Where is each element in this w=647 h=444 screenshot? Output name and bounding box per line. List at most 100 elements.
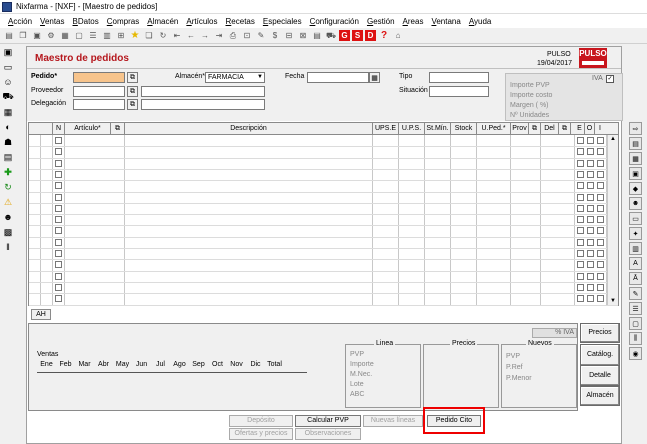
row-flag-checkbox[interactable] xyxy=(587,171,594,178)
copy-page-icon[interactable]: ❏ xyxy=(143,30,155,42)
grid-scrollbar[interactable]: ▲ ▼ xyxy=(607,135,618,305)
row-flag-checkbox[interactable] xyxy=(577,182,584,189)
print-icon[interactable]: ▤ xyxy=(3,30,15,42)
del-lookup-icon[interactable]: ⧉ xyxy=(559,123,571,135)
col-ups[interactable]: U.P.S. xyxy=(399,123,425,135)
table-row[interactable] xyxy=(29,203,618,204)
row-flag-checkbox[interactable] xyxy=(597,182,604,189)
situacion-field[interactable] xyxy=(429,86,489,97)
table-row[interactable] xyxy=(29,282,618,283)
col-prov[interactable]: Prov xyxy=(511,123,529,135)
row-flag-checkbox[interactable] xyxy=(577,148,584,155)
col-o[interactable]: O xyxy=(585,123,595,135)
scroll-up-icon[interactable]: ▲ xyxy=(610,136,616,142)
menu-almacen[interactable]: Almacén xyxy=(143,17,182,26)
table-row[interactable] xyxy=(29,192,618,193)
row-flag-checkbox[interactable] xyxy=(577,284,584,291)
delegacion-lookup-icon[interactable]: ⧉ xyxy=(127,99,138,110)
menu-ayuda[interactable]: Ayuda xyxy=(465,17,496,26)
green-cross-icon[interactable]: ✚ xyxy=(2,166,14,178)
ah-button[interactable]: AH xyxy=(31,309,51,320)
row-flag-checkbox[interactable] xyxy=(577,137,584,144)
deposito-button[interactable]: Depósito xyxy=(229,415,293,427)
id-card-icon[interactable]: ▭ xyxy=(629,212,642,225)
row-flag-checkbox[interactable] xyxy=(587,284,594,291)
row-flag-checkbox[interactable] xyxy=(597,171,604,178)
cart-icon[interactable]: ⛟ xyxy=(2,91,14,103)
col-uped[interactable]: U.Ped.* xyxy=(477,123,511,135)
table-row[interactable] xyxy=(29,169,618,170)
gem-icon[interactable]: ◆ xyxy=(629,182,642,195)
next-arrow-icon[interactable]: → xyxy=(199,30,211,42)
row-flag-checkbox[interactable] xyxy=(577,261,584,268)
table-row[interactable] xyxy=(29,271,618,272)
row-flag-checkbox[interactable] xyxy=(587,261,594,268)
row-flag-checkbox[interactable] xyxy=(587,160,594,167)
help-icon[interactable]: ? xyxy=(378,30,390,42)
document-icon[interactable]: ▢ xyxy=(73,30,85,42)
arrow-right-icon[interactable]: ⇨ xyxy=(629,122,642,135)
precios-button[interactable]: Precios xyxy=(580,323,620,343)
row-n-checkbox[interactable] xyxy=(55,227,62,234)
row-flag-checkbox[interactable] xyxy=(587,205,594,212)
favorites-star-icon[interactable]: ★ xyxy=(129,30,141,42)
table-row[interactable] xyxy=(29,214,618,215)
row-flag-checkbox[interactable] xyxy=(577,171,584,178)
copy-icon[interactable]: ❐ xyxy=(17,30,29,42)
table-row[interactable] xyxy=(29,158,618,159)
user-icon[interactable]: ☺ xyxy=(2,76,14,88)
row-n-checkbox[interactable] xyxy=(55,182,62,189)
table-icon[interactable]: ⊟ xyxy=(283,30,295,42)
document-check-icon[interactable]: ▤ xyxy=(629,137,642,150)
refresh-icon[interactable]: ↻ xyxy=(157,30,169,42)
pedido-lookup-icon[interactable]: ⧉ xyxy=(127,72,138,83)
row-flag-checkbox[interactable] xyxy=(577,216,584,223)
row-flag-checkbox[interactable] xyxy=(577,205,584,212)
col-n[interactable]: N xyxy=(53,123,65,135)
tree-icon[interactable]: ⊞ xyxy=(115,30,127,42)
row-flag-checkbox[interactable] xyxy=(587,273,594,280)
globe-icon[interactable]: ◉ xyxy=(629,347,642,360)
g-button[interactable]: G xyxy=(339,30,350,41)
row-n-checkbox[interactable] xyxy=(55,261,62,268)
row-flag-checkbox[interactable] xyxy=(587,194,594,201)
row-flag-checkbox[interactable] xyxy=(587,295,594,302)
row-n-checkbox[interactable] xyxy=(55,148,62,155)
delegacion-name-field[interactable] xyxy=(141,99,265,110)
row-flag-checkbox[interactable] xyxy=(597,227,604,234)
row-n-checkbox[interactable] xyxy=(55,137,62,144)
table-row[interactable] xyxy=(29,293,618,294)
table-row[interactable] xyxy=(29,237,618,238)
pin-icon[interactable]: ✦ xyxy=(629,227,642,240)
pedido-field[interactable] xyxy=(73,72,125,83)
row-flag-checkbox[interactable] xyxy=(577,227,584,234)
row-n-checkbox[interactable] xyxy=(55,250,62,257)
row-flag-checkbox[interactable] xyxy=(587,227,594,234)
tipo-field[interactable] xyxy=(429,72,489,83)
barcode-icon[interactable]: ‖ xyxy=(2,241,14,253)
row-flag-checkbox[interactable] xyxy=(597,137,604,144)
menu-ventana[interactable]: Ventana xyxy=(427,17,464,26)
d-button[interactable]: D xyxy=(365,30,376,41)
table-row[interactable] xyxy=(29,259,618,260)
edit-icon[interactable]: ▢ xyxy=(629,317,642,330)
table-alt-icon[interactable]: ⊠ xyxy=(297,30,309,42)
observaciones-button[interactable]: Observaciones xyxy=(295,428,361,440)
row-n-checkbox[interactable] xyxy=(55,239,62,246)
list-icon[interactable]: ☰ xyxy=(87,30,99,42)
pill-icon[interactable]: ◐ xyxy=(2,121,14,133)
row-flag-checkbox[interactable] xyxy=(587,137,594,144)
row-flag-checkbox[interactable] xyxy=(587,250,594,257)
row-n-checkbox[interactable] xyxy=(55,216,62,223)
tools-icon[interactable]: ✎ xyxy=(255,30,267,42)
row-n-checkbox[interactable] xyxy=(55,205,62,212)
row-flag-checkbox[interactable] xyxy=(577,160,584,167)
col-e[interactable]: E xyxy=(575,123,585,135)
menu-configuracion[interactable]: Configuración xyxy=(306,17,363,26)
ofertas-precios-button[interactable]: Ofertas y precios xyxy=(229,428,293,440)
row-flag-checkbox[interactable] xyxy=(587,182,594,189)
row-flag-checkbox[interactable] xyxy=(577,295,584,302)
calculator-icon[interactable]: ▣ xyxy=(629,167,642,180)
money-icon[interactable]: $ xyxy=(269,30,281,42)
menu-especiales[interactable]: Especiales xyxy=(259,17,306,26)
